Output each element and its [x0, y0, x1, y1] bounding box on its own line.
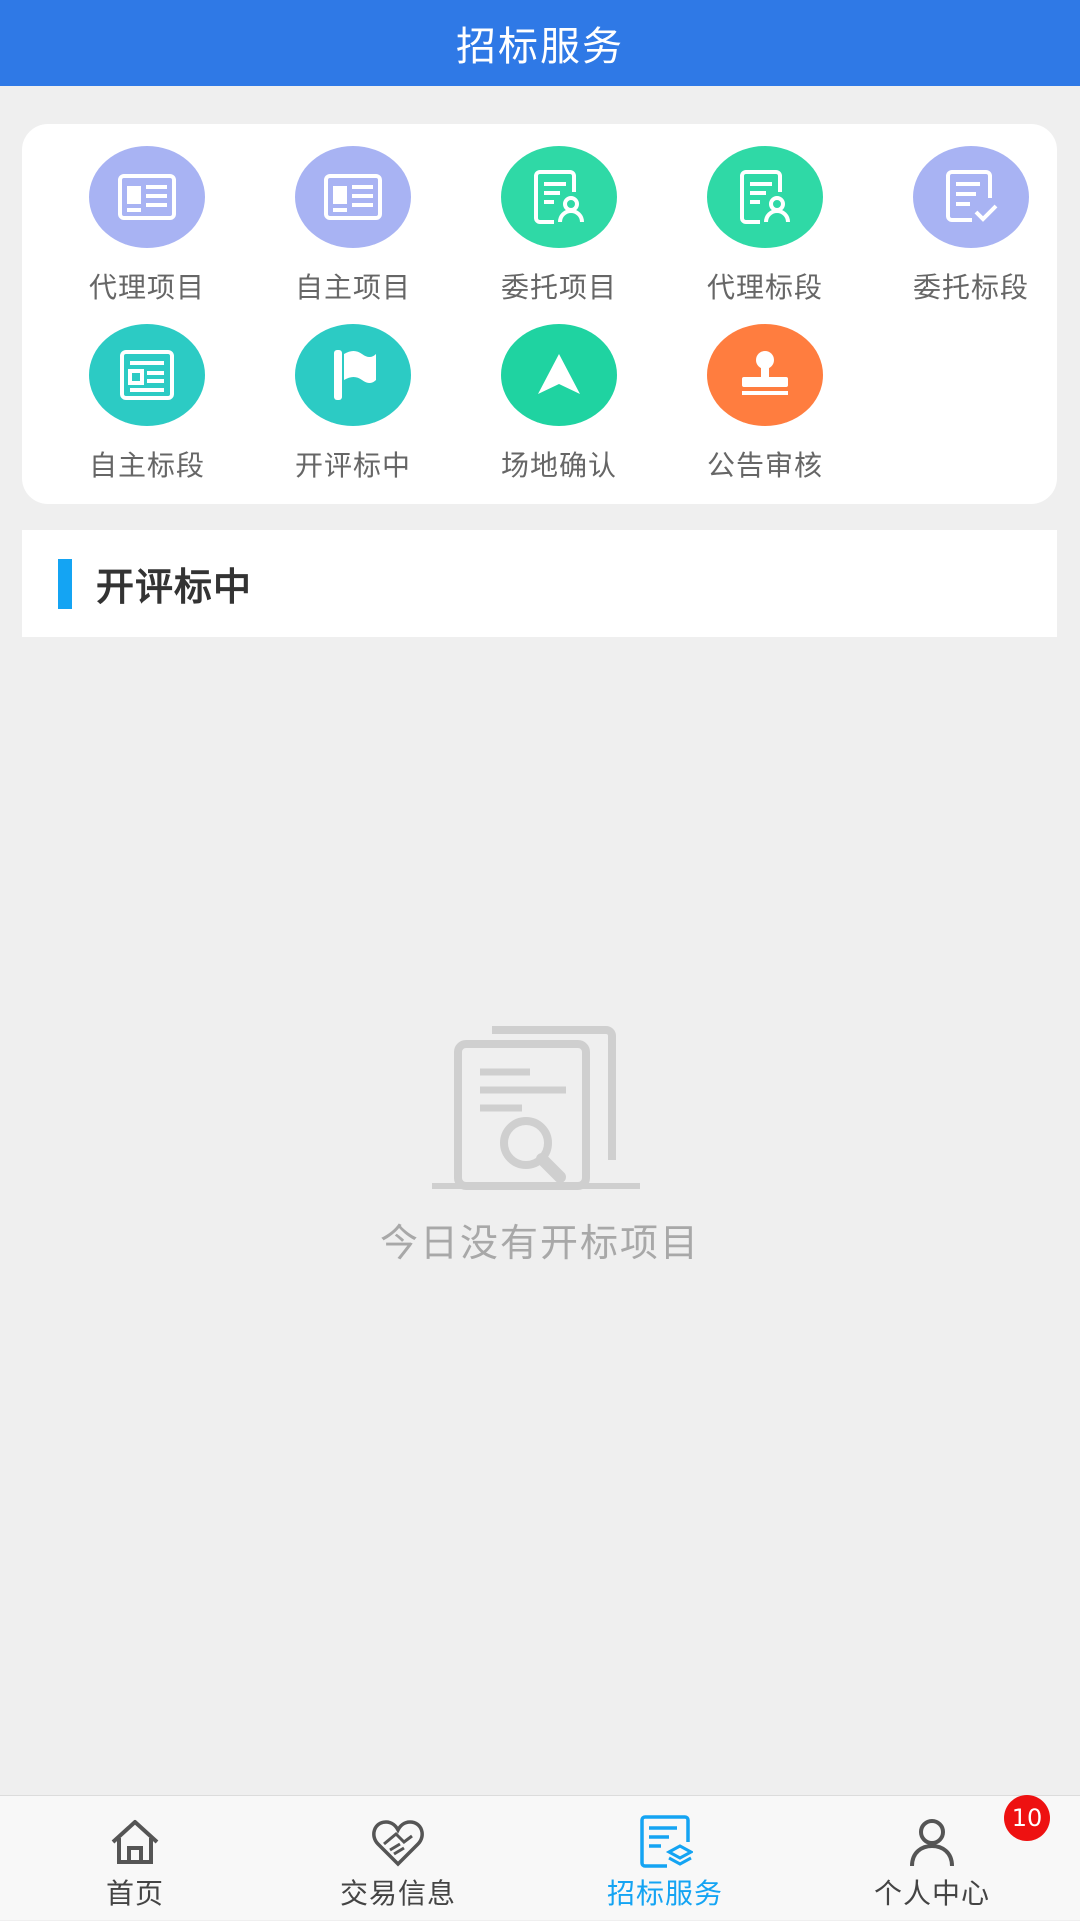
service-menu-card: 代理项目 自主项目 委托项目 代理标段 委托标段 自主标段 开评标中 场地确认 …: [22, 124, 1057, 504]
menu-item-notice-review[interactable]: 公告审核: [662, 324, 868, 494]
menu-item-self-section[interactable]: 自主标段: [44, 324, 250, 494]
document-user-icon: [707, 146, 823, 248]
navigation-arrow-icon: [501, 324, 617, 426]
stamp-icon: [707, 324, 823, 426]
flag-icon: [295, 324, 411, 426]
tab-label: 招标服务: [606, 1877, 723, 1910]
page-title: 招标服务: [456, 24, 624, 70]
user-icon: [904, 1814, 960, 1870]
document-user-icon: [501, 146, 617, 248]
newspaper-icon: [89, 146, 205, 248]
section-title: 开评标中: [96, 565, 253, 609]
document-search-icon: [430, 1010, 650, 1194]
menu-item-agency-section[interactable]: 代理标段: [662, 146, 868, 316]
menu-item-venue-confirm[interactable]: 场地确认: [456, 324, 662, 494]
bottom-tab-bar: 首页 交易信息 招标服务 个人中心: [0, 1795, 1080, 1920]
menu-item-label: 公告审核: [706, 449, 823, 482]
tab-trade-info[interactable]: 交易信息: [263, 1796, 533, 1921]
menu-item-label: 场地确认: [500, 449, 617, 482]
form-icon: [89, 324, 205, 426]
app-header: 招标服务: [0, 0, 1080, 86]
menu-item-label: 开评标中: [294, 449, 411, 482]
menu-item-label: 自主标段: [88, 449, 205, 482]
handshake-heart-icon: [370, 1814, 426, 1870]
newspaper-icon: [295, 146, 411, 248]
menu-item-label: 委托项目: [500, 271, 617, 304]
menu-item-bid-opening[interactable]: 开评标中: [250, 324, 456, 494]
tab-label: 交易信息: [339, 1877, 456, 1910]
menu-item-label: 代理标段: [706, 271, 823, 304]
tab-label: 个人中心: [873, 1877, 990, 1910]
menu-item-label: 委托标段: [912, 271, 1029, 304]
menu-item-agency-project[interactable]: 代理项目: [44, 146, 250, 316]
section-header: 开评标中: [22, 530, 1057, 637]
notification-badge: 10: [1004, 1795, 1050, 1841]
empty-state: 今日没有开标项目: [0, 1010, 1080, 1267]
menu-item-self-project[interactable]: 自主项目: [250, 146, 456, 316]
document-check-icon: [913, 146, 1029, 248]
home-icon: [107, 1814, 163, 1870]
bid-documents-icon: [637, 1814, 695, 1870]
menu-item-label: 代理项目: [88, 271, 205, 304]
tab-bid-service[interactable]: 招标服务: [530, 1796, 800, 1921]
section-accent-bar: [58, 558, 72, 609]
menu-item-label: 自主项目: [294, 271, 411, 304]
menu-item-entrusted-project[interactable]: 委托项目: [456, 146, 662, 316]
tab-label: 首页: [105, 1877, 164, 1910]
empty-message: 今日没有开标项目: [379, 1221, 700, 1265]
tab-home[interactable]: 首页: [0, 1796, 270, 1921]
menu-item-entrusted-section[interactable]: 委托标段: [868, 146, 1074, 316]
